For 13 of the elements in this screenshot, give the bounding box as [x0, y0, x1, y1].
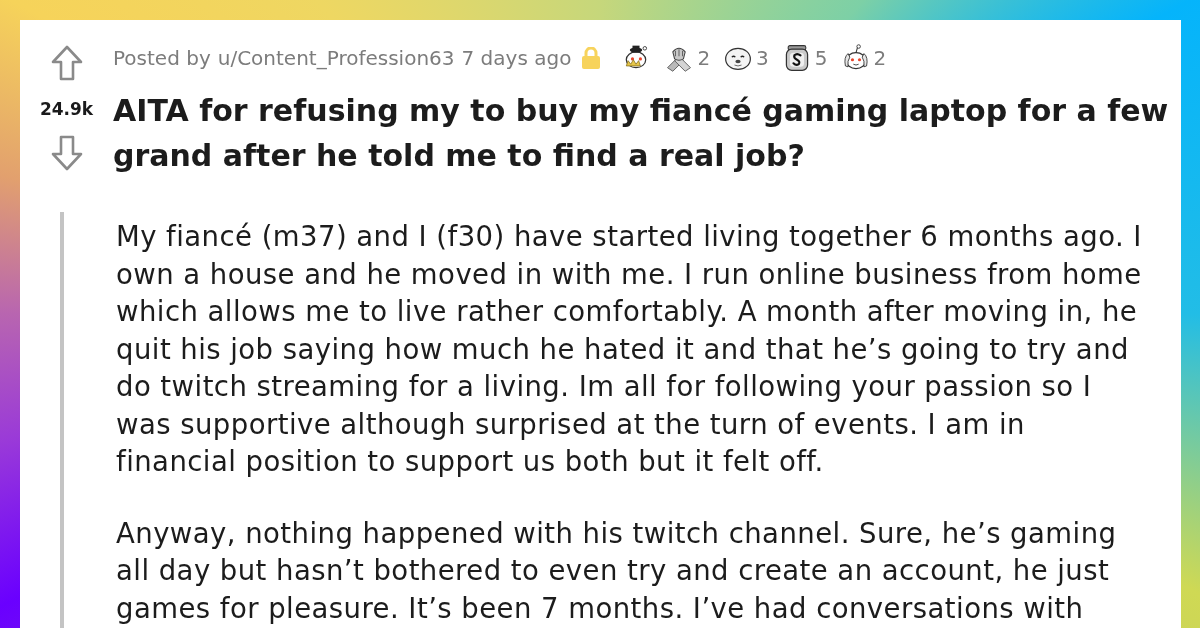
award-count: 2 — [697, 46, 711, 70]
post-age: 7 days ago — [461, 46, 572, 70]
posted-by-label: Posted by — [113, 46, 211, 70]
body-paragraph: My fiancé (m37) and I (f30) have started living together 6 months ago. I own a house and he moved in with me. I run online business from home which allows me to live rather comfortably. A month after moving in, he quit his job saying how much he hated it and that he’s going to try and do twitch streaming for a living. Im all for following your passion so I was supportive although surprised at the turn of events. I am in financial position to support us both but it felt off. — [116, 219, 1143, 479]
award-count: 2 — [873, 46, 887, 70]
post-title[interactable]: AITA for refusing my to buy my fiancé gaming laptop for a few grand after he told me to find a real job? — [113, 88, 1179, 178]
award-count: 3 — [756, 46, 769, 70]
body-paragraph: Anyway, nothing happened with his twitch channel. Sure, he’s gaming all day but hasn’t bothered to even try and create an account, he just games for pleasure. It’s been 7 months. I’ve had conversations with — [116, 515, 1118, 626]
vote-score: 24.9k — [39, 99, 94, 119]
author-link[interactable]: u/Content_Profession63 — [217, 46, 455, 70]
downvote-icon[interactable] — [50, 135, 83, 171]
award-count: 5 — [814, 46, 828, 70]
upvote-icon[interactable] — [50, 45, 83, 81]
